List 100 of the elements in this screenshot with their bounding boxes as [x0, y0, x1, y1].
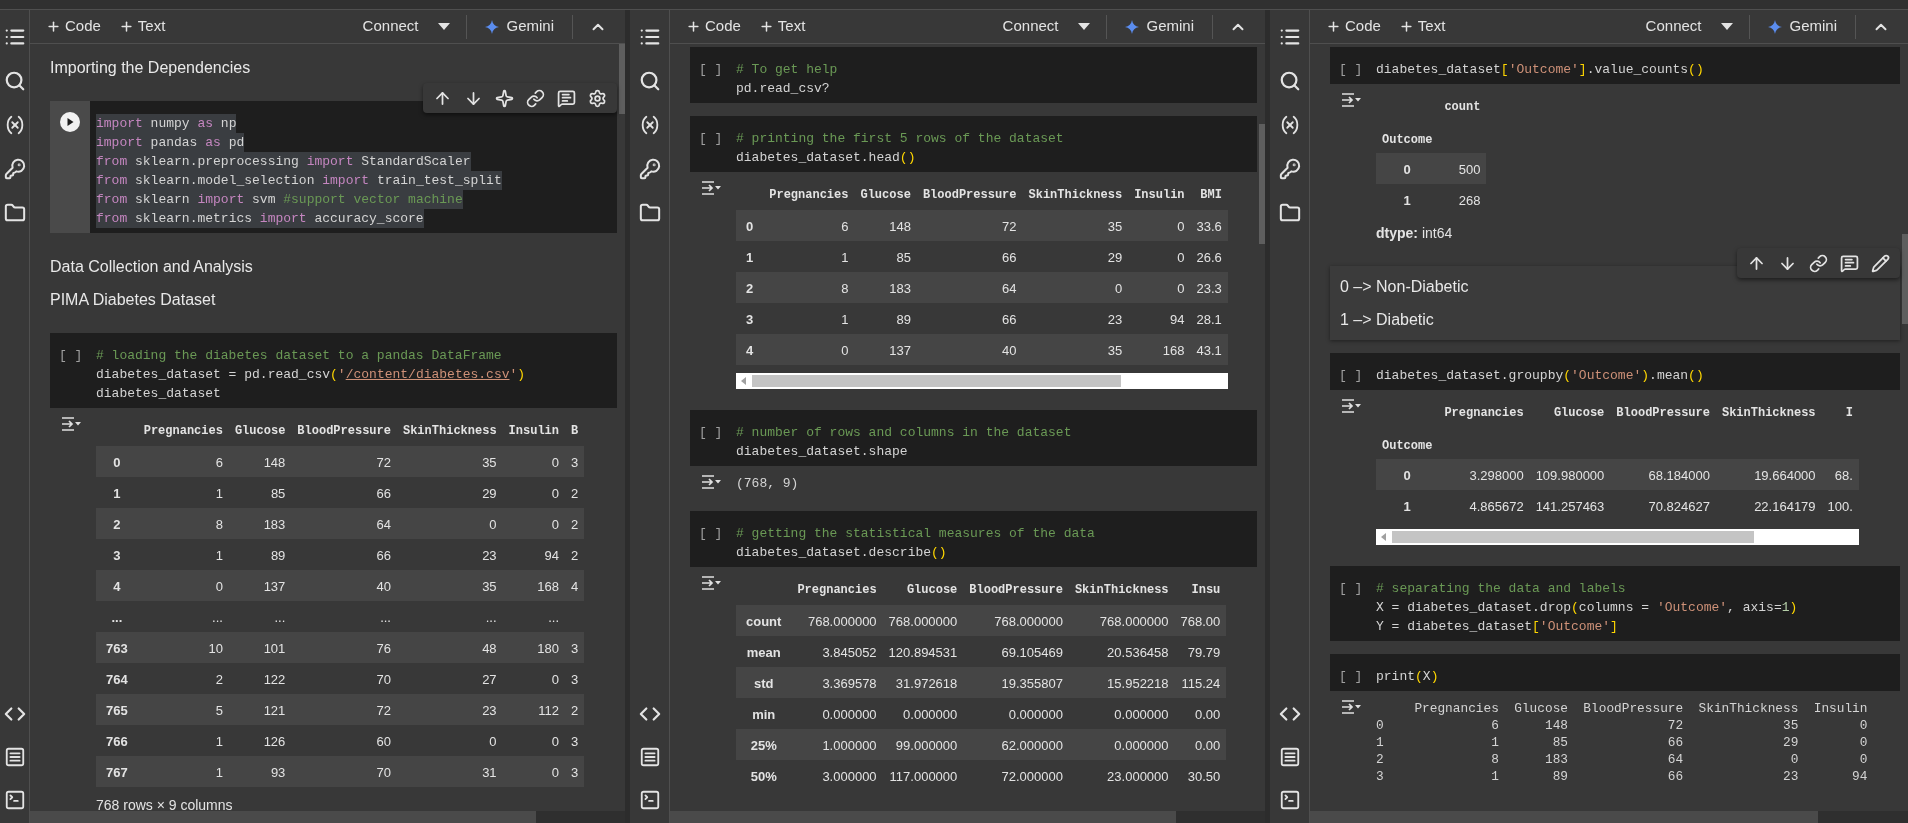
text-cell[interactable]: Data Collection and Analysis PIMA Diabetes Dataset: [50, 246, 617, 320]
horizontal-scrollbar[interactable]: [1310, 811, 1908, 823]
table-cell: 72.000000: [1001, 768, 1063, 784]
code-cell[interactable]: [ ] diabetes_dataset['Outcome'].value_counts(): [1330, 47, 1900, 84]
folder-icon[interactable]: [3, 202, 26, 224]
code-line: # separating the data and labels: [1376, 580, 1626, 598]
code-cell[interactable]: [ ] # separating the data and labels X = diabetes_dataset.drop(columns = 'Outcome', axis=1) Y = diabetes_dataset['Outcome']: [1330, 566, 1900, 641]
output-toggle-icon[interactable]: [700, 575, 722, 591]
markdown-text: Data Collection and Analysis: [50, 256, 253, 277]
vertical-scrollbar[interactable]: [1902, 234, 1908, 324]
table-of-contents-icon[interactable]: [3, 26, 26, 48]
output-line: 1 1 85 66 29 0: [1376, 735, 1868, 750]
table-cell: 35: [482, 578, 497, 594]
search-icon[interactable]: [3, 70, 26, 92]
terminal-icon[interactable]: [638, 789, 661, 811]
comment-icon[interactable]: [1840, 253, 1859, 273]
list-box-icon[interactable]: [638, 746, 661, 768]
column-header: SkinThickness: [402, 424, 497, 438]
table-cell: 68.184000: [1648, 467, 1710, 483]
table-cell: 0: [841, 342, 849, 358]
table-of-contents-icon[interactable]: [1278, 26, 1301, 48]
link-icon[interactable]: [1809, 253, 1828, 273]
add-text-button[interactable]: Text: [756, 15, 808, 38]
vertical-scrollbar[interactable]: [619, 44, 625, 114]
table-cell: 2: [571, 547, 579, 563]
table-cell: 60: [376, 733, 391, 749]
table-cell: 768.000000: [1099, 613, 1169, 629]
caret-icon[interactable]: [1721, 23, 1734, 30]
list-box-icon[interactable]: [1278, 746, 1301, 768]
settings-icon[interactable]: [588, 88, 607, 108]
search-icon[interactable]: [1278, 70, 1301, 92]
table-cell: 768.000000: [807, 613, 877, 629]
add-code-button[interactable]: Code: [1324, 15, 1383, 38]
caret-icon[interactable]: [1078, 23, 1091, 30]
code-cell[interactable]: [50, 101, 617, 233]
plus-icon: [118, 19, 134, 34]
run-button[interactable]: [60, 112, 80, 132]
table-cell: 79.79: [1187, 644, 1221, 660]
output-toggle-icon[interactable]: [700, 474, 722, 490]
table-cell: 0.00: [1195, 706, 1221, 722]
table-cell: 0: [1177, 249, 1185, 265]
folder-icon[interactable]: [1278, 202, 1301, 224]
horizontal-scrollbar[interactable]: [736, 373, 1228, 389]
table-cell: 29: [1107, 249, 1123, 265]
key-icon[interactable]: [638, 158, 661, 180]
table-cell: 66: [376, 547, 391, 563]
text-cell[interactable]: 0 –> Non-Diabetic 1 –> Diabetic: [1330, 266, 1900, 340]
comment-icon[interactable]: [557, 88, 576, 108]
code-cell[interactable]: [ ] diabetes_dataset.groupby('Outcome').mean(): [1330, 353, 1900, 390]
horizontal-scrollbar[interactable]: [1376, 529, 1859, 545]
gemini-button[interactable]: Gemini: [483, 15, 556, 38]
code-line: print(X): [1376, 668, 1439, 686]
code-cell[interactable]: [ ] # printing the first 5 rows of the dataset diabetes_dataset.head(): [690, 116, 1257, 172]
vertical-scrollbar[interactable]: [1259, 124, 1265, 244]
table-cell: 3.298000: [1469, 467, 1524, 483]
terminal-icon[interactable]: [1278, 789, 1301, 811]
output-toggle-icon[interactable]: [60, 416, 82, 432]
output-note: dtype: int64: [1376, 225, 1453, 241]
connect-button[interactable]: Connect: [360, 15, 421, 38]
table-cell: 112: [538, 702, 559, 718]
horizontal-scrollbar[interactable]: [30, 811, 625, 823]
gemini-button[interactable]: Gemini: [1123, 15, 1196, 38]
sparkle-icon[interactable]: [495, 88, 514, 108]
add-code-button[interactable]: Code: [44, 15, 103, 38]
column-header: SkinThickness: [1028, 188, 1123, 202]
text-cell[interactable]: Importing the Dependencies: [50, 47, 617, 88]
code-cell[interactable]: [ ] print(X): [1330, 654, 1900, 691]
terminal-icon[interactable]: [3, 789, 26, 811]
add-code-button[interactable]: Code: [684, 15, 743, 38]
table-cell: 23: [1107, 311, 1123, 327]
add-text-button[interactable]: Text: [116, 15, 168, 38]
connect-button[interactable]: Connect: [1000, 15, 1061, 38]
pencil-icon[interactable]: [1871, 253, 1890, 273]
code-cell[interactable]: [ ] # number of rows and columns in the dataset diabetes_dataset.shape: [690, 410, 1257, 466]
code-cell[interactable]: [ ] # To get help pd.read_csv?: [690, 47, 1257, 103]
output-toggle-icon[interactable]: [700, 180, 722, 196]
key-icon[interactable]: [1278, 158, 1301, 180]
code-cell[interactable]: [ ] # loading the diabetes dataset to a pandas DataFrame diabetes_dataset = pd.read_csv('/content/diabetes.csv') diabetes_dataset: [50, 333, 617, 408]
add-text-button[interactable]: Text: [1396, 15, 1448, 38]
code-cell[interactable]: [ ] # getting the statistical measures of the data diabetes_dataset.describe(): [690, 511, 1257, 567]
caret-icon[interactable]: [438, 23, 451, 30]
list-box-icon[interactable]: [3, 746, 26, 768]
table-cell: 2: [571, 485, 579, 501]
row-index: 2: [746, 280, 754, 296]
link-icon[interactable]: [526, 88, 545, 108]
output-toggle-icon[interactable]: [1340, 92, 1362, 108]
horizontal-scrollbar[interactable]: [670, 811, 1265, 823]
folder-icon[interactable]: [638, 202, 661, 224]
table-cell: 69.105469: [1001, 644, 1063, 660]
table-of-contents-icon[interactable]: [638, 26, 661, 48]
key-icon[interactable]: [3, 158, 26, 180]
row-index: 0: [1403, 467, 1411, 483]
output-toggle-icon[interactable]: [1340, 699, 1362, 715]
output-toggle-icon[interactable]: [1340, 398, 1362, 414]
gemini-button[interactable]: Gemini: [1766, 15, 1839, 38]
table-cell: 0.000000: [1114, 706, 1169, 722]
connect-button[interactable]: Connect: [1643, 15, 1704, 38]
table-cell: 66: [1002, 249, 1017, 265]
search-icon[interactable]: [638, 70, 661, 92]
code-line: diabetes_dataset.describe(): [736, 544, 947, 562]
